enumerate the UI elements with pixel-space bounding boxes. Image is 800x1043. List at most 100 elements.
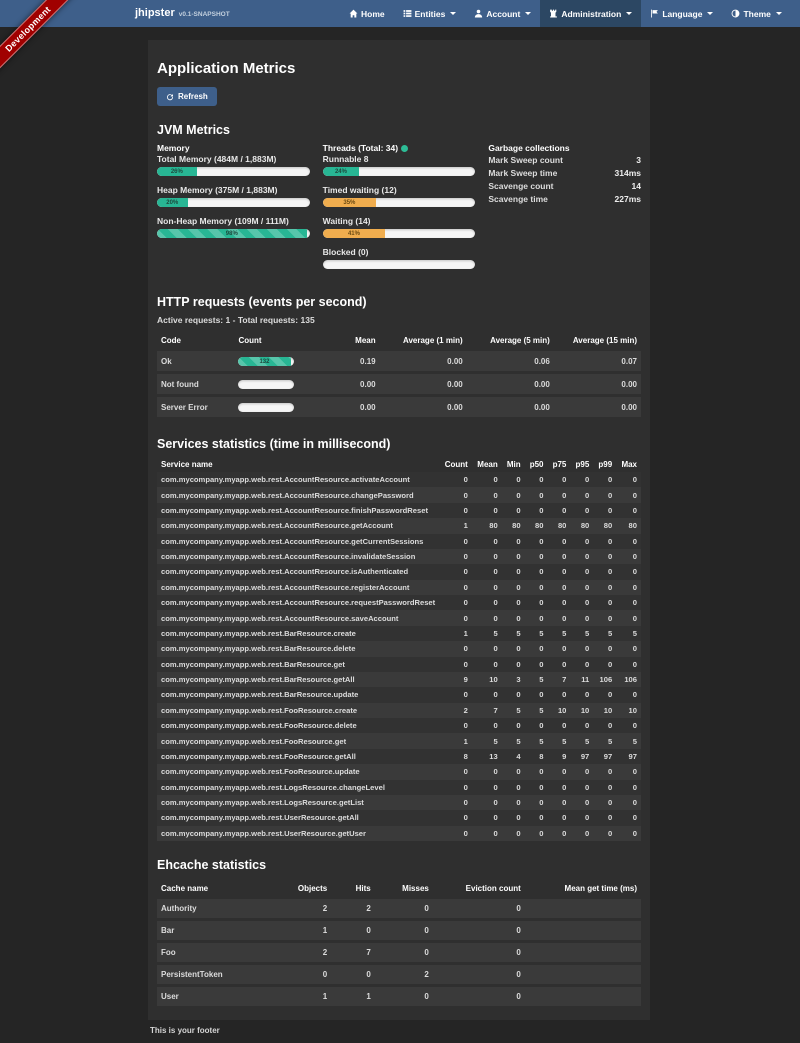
service-count: 0 <box>439 764 472 779</box>
service-name: com.mycompany.myapp.web.rest.FooResource… <box>157 749 439 764</box>
active-requests-label: Active requests: <box>157 315 223 325</box>
cache-objects: 1 <box>283 921 331 940</box>
http-count-cell: 132 <box>234 351 316 371</box>
service-count: 0 <box>439 826 472 841</box>
service-name: com.mycompany.myapp.web.rest.BarResource… <box>157 657 439 672</box>
service-count: 8 <box>439 749 472 764</box>
service-p95: 11 <box>570 672 593 687</box>
table-row: com.mycompany.myapp.web.rest.FooResource… <box>157 749 641 764</box>
metric-label: Runnable 8 <box>323 154 476 164</box>
column-header: Objects <box>283 881 331 896</box>
service-p95: 0 <box>570 595 593 610</box>
service-p50: 0 <box>525 826 548 841</box>
nav-item-home[interactable]: Home <box>340 0 394 27</box>
column-header: Mean <box>472 457 502 472</box>
threads-ok-icon[interactable] <box>401 145 408 152</box>
service-name: com.mycompany.myapp.web.rest.BarResource… <box>157 626 439 641</box>
cache-evictions: 0 <box>433 965 525 984</box>
service-max: 0 <box>616 534 641 549</box>
column-header: Misses <box>375 881 433 896</box>
nav-item-administration[interactable]: Administration <box>540 0 641 27</box>
service-max: 97 <box>616 749 641 764</box>
cache-misses: 0 <box>375 987 433 1006</box>
cache-name: PersistentToken <box>157 965 283 984</box>
service-p99: 0 <box>593 595 616 610</box>
table-row: Ok 132 0.19 0.00 0.06 0.07 <box>157 351 641 371</box>
gc-label: Mark Sweep time <box>488 168 557 178</box>
service-name: com.mycompany.myapp.web.rest.FooResource… <box>157 718 439 733</box>
http-mean: 0.00 <box>317 374 380 394</box>
table-header-row: Code Count Mean Average (1 min) Average … <box>157 333 641 348</box>
service-count: 0 <box>439 595 472 610</box>
service-name: com.mycompany.myapp.web.rest.FooResource… <box>157 764 439 779</box>
table-row: com.mycompany.myapp.web.rest.AccountReso… <box>157 487 641 502</box>
nav-item-entities[interactable]: Entities <box>394 0 466 27</box>
cache-hits: 7 <box>331 943 375 962</box>
gc-value: 314ms <box>615 168 641 178</box>
service-mean: 7 <box>472 703 502 718</box>
service-p99: 10 <box>593 703 616 718</box>
service-p99: 0 <box>593 503 616 518</box>
nav-item-account[interactable]: Account <box>465 0 540 27</box>
service-p75: 0 <box>548 795 571 810</box>
service-p50: 0 <box>525 687 548 702</box>
service-p75: 0 <box>548 503 571 518</box>
service-p50: 0 <box>525 534 548 549</box>
thread-metric: Blocked (0) <box>323 247 476 269</box>
service-min: 0 <box>502 657 525 672</box>
service-count: 2 <box>439 703 472 718</box>
service-mean: 0 <box>472 580 502 595</box>
table-row: com.mycompany.myapp.web.rest.AccountReso… <box>157 534 641 549</box>
service-p50: 5 <box>525 703 548 718</box>
cache-objects: 0 <box>283 965 331 984</box>
service-p50: 0 <box>525 795 548 810</box>
service-max: 0 <box>616 687 641 702</box>
progress-value: 20% <box>166 200 178 206</box>
service-p95: 0 <box>570 610 593 625</box>
service-max: 106 <box>616 672 641 687</box>
service-p75: 80 <box>548 518 571 533</box>
service-p50: 0 <box>525 764 548 779</box>
service-mean: 0 <box>472 795 502 810</box>
progress-fill: 98% <box>157 229 307 238</box>
service-max: 0 <box>616 826 641 841</box>
service-p75: 5 <box>548 626 571 641</box>
cache-misses: 2 <box>375 965 433 984</box>
service-max: 0 <box>616 472 641 487</box>
column-header: p95 <box>570 457 593 472</box>
http-mean: 0.00 <box>317 397 380 417</box>
navbar: jhipster v0.1-SNAPSHOT Home Entities Acc… <box>0 0 800 27</box>
service-max: 0 <box>616 595 641 610</box>
service-p50: 0 <box>525 595 548 610</box>
nav-item-language[interactable]: Language <box>641 0 722 27</box>
brand[interactable]: jhipster v0.1-SNAPSHOT <box>135 0 230 27</box>
service-p95: 10 <box>570 703 593 718</box>
ehcache-statistics-title: Ehcache statistics <box>157 858 641 872</box>
cache-mean-get-time <box>525 987 641 1006</box>
chevron-down-icon <box>525 12 531 15</box>
nav-item-theme[interactable]: Theme <box>722 0 790 27</box>
progress-track <box>238 380 294 389</box>
http-avg-1min: 0.00 <box>380 397 467 417</box>
column-header: Mean <box>317 333 380 348</box>
service-p75: 0 <box>548 718 571 733</box>
table-row: com.mycompany.myapp.web.rest.FooResource… <box>157 733 641 748</box>
service-mean: 0 <box>472 764 502 779</box>
progress-track: 132 <box>238 357 294 366</box>
service-mean: 0 <box>472 487 502 502</box>
gc-value: 14 <box>632 181 641 191</box>
service-max: 0 <box>616 564 641 579</box>
refresh-button[interactable]: Refresh <box>157 87 217 106</box>
service-p99: 0 <box>593 826 616 841</box>
service-p75: 0 <box>548 687 571 702</box>
cache-evictions: 0 <box>433 899 525 918</box>
memory-title: Memory <box>157 143 310 153</box>
service-count: 0 <box>439 564 472 579</box>
cache-name: Bar <box>157 921 283 940</box>
memory-metric: Non-Heap Memory (109M / 111M) 98% <box>157 216 310 238</box>
service-min: 0 <box>502 503 525 518</box>
service-p99: 0 <box>593 472 616 487</box>
table-row: com.mycompany.myapp.web.rest.BarResource… <box>157 641 641 656</box>
tower-icon <box>549 9 558 18</box>
gc-column: Garbage collections Mark Sweep count 3 M… <box>488 143 641 278</box>
